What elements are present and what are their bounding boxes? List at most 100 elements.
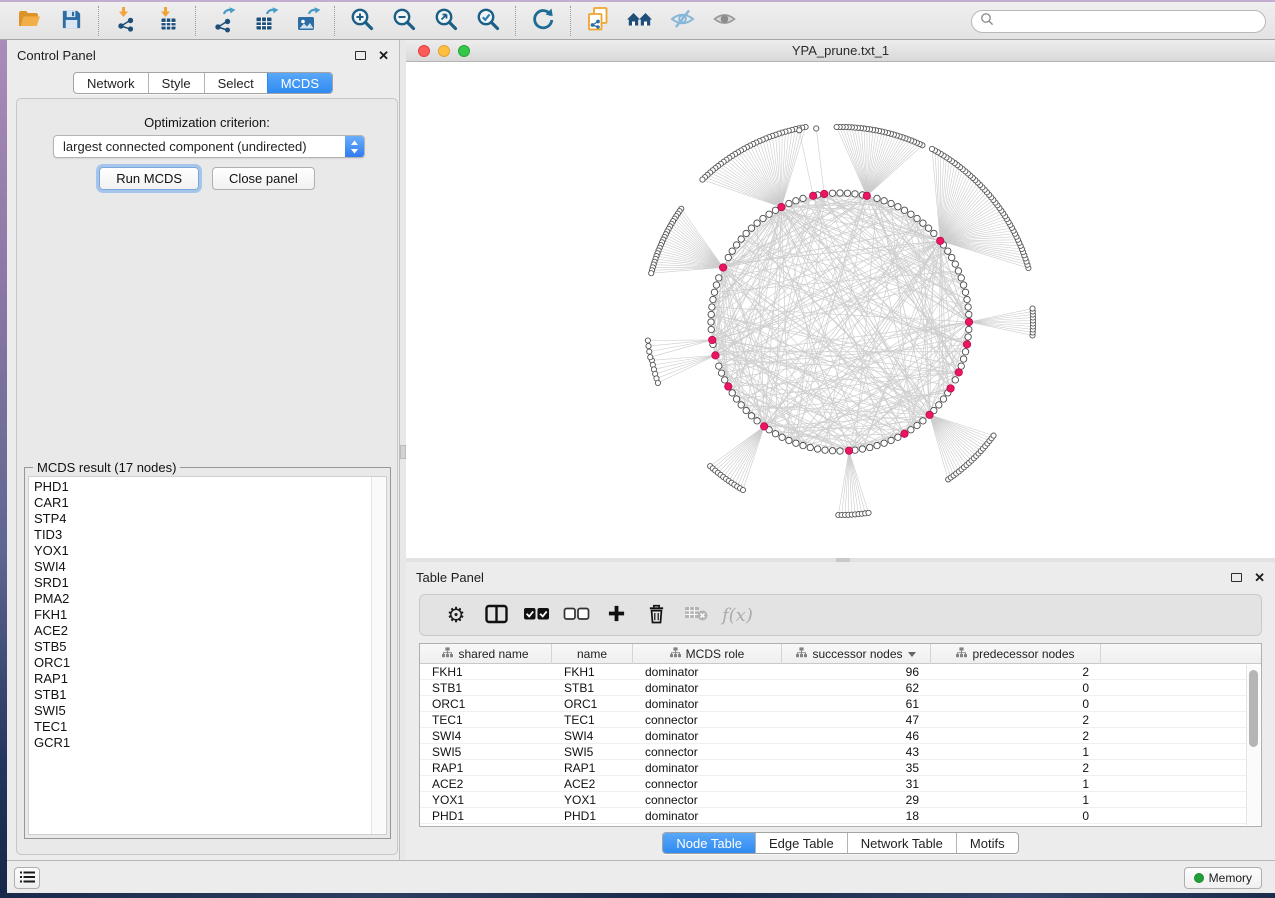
show-all-button[interactable] (707, 5, 741, 37)
table-cell[interactable]: 2 (931, 761, 1101, 775)
table-cell[interactable]: 0 (931, 697, 1101, 711)
table-cell[interactable]: YOX1 (552, 793, 633, 807)
table-cell[interactable]: 43 (782, 745, 931, 759)
memory-button[interactable]: Memory (1184, 867, 1262, 889)
search-field[interactable] (971, 10, 1266, 33)
mcds-result-item[interactable]: RAP1 (34, 671, 371, 687)
table-settings-button[interactable]: ⚙ (436, 598, 476, 632)
function-builder-button[interactable]: f(x) (716, 598, 759, 632)
mcds-result-item[interactable]: STP4 (34, 511, 371, 527)
mcds-result-item[interactable]: STB5 (34, 639, 371, 655)
mcds-result-list[interactable]: PHD1CAR1STP4TID3YOX1SWI4SRD1PMA2FKH1ACE2… (28, 476, 387, 835)
tab-mcds[interactable]: MCDS (267, 73, 332, 93)
table-cell[interactable]: RAP1 (552, 761, 633, 775)
table-cell[interactable]: 35 (782, 761, 931, 775)
table-cell[interactable]: 1 (931, 745, 1101, 759)
export-image-button[interactable] (290, 5, 324, 37)
export-network-button[interactable] (206, 5, 240, 37)
table-cell[interactable]: SWI4 (552, 729, 633, 743)
optimization-criterion-select[interactable]: largest connected component (undirected) (53, 135, 365, 158)
zoom-fit-button[interactable] (429, 5, 463, 37)
delete-table-button[interactable] (676, 598, 716, 632)
table-cell[interactable]: 0 (931, 681, 1101, 695)
export-table-button[interactable] (248, 5, 282, 37)
table-scrollbar[interactable] (1246, 665, 1260, 825)
table-cell[interactable]: 46 (782, 729, 931, 743)
table-cell[interactable]: dominator (633, 729, 782, 743)
node-table-row[interactable]: FKH1FKH1dominator962 (420, 664, 1261, 680)
column-header-successor-nodes[interactable]: successor nodes (782, 644, 931, 664)
mcds-result-item[interactable]: CAR1 (34, 495, 371, 511)
mcds-result-item[interactable]: TEC1 (34, 719, 371, 735)
zoom-in-button[interactable] (345, 5, 379, 37)
tab-select[interactable]: Select (204, 73, 267, 93)
table-cell[interactable]: SWI5 (420, 745, 552, 759)
first-neighbors-button[interactable] (623, 5, 657, 37)
table-cell[interactable]: 18 (782, 809, 931, 823)
network-canvas[interactable] (406, 62, 1275, 558)
table-cell[interactable]: 61 (782, 697, 931, 711)
node-table-row[interactable]: SWI4SWI4dominator462 (420, 728, 1261, 744)
show-panels-button[interactable] (14, 867, 40, 889)
deselect-all-button[interactable] (556, 598, 596, 632)
table-cell[interactable]: dominator (633, 681, 782, 695)
column-header-shared-name[interactable]: shared name (420, 644, 552, 664)
column-header-predecessor-nodes[interactable]: predecessor nodes (931, 644, 1101, 664)
mcds-result-item[interactable]: GCR1 (34, 735, 371, 751)
table-cell[interactable]: 2 (931, 713, 1101, 727)
table-cell[interactable]: ACE2 (420, 777, 552, 791)
table-cell[interactable]: SWI4 (420, 729, 552, 743)
duplicate-network-button[interactable] (581, 5, 615, 37)
table-cell[interactable]: dominator (633, 697, 782, 711)
scrollbar-thumb[interactable] (1249, 670, 1258, 747)
table-cell[interactable]: 96 (782, 665, 931, 679)
delete-column-button[interactable] (636, 598, 676, 632)
node-table-row[interactable]: STB1STB1dominator620 (420, 680, 1261, 696)
node-table-row[interactable]: RAP1RAP1dominator352 (420, 760, 1261, 776)
network-window-titlebar[interactable]: YPA_prune.txt_1 (406, 40, 1275, 62)
tab-network-table[interactable]: Network Table (847, 833, 956, 853)
apply-layout-button[interactable] (526, 5, 560, 37)
close-panel-icon[interactable]: ✕ (378, 49, 389, 62)
node-table-row[interactable]: PHD1PHD1dominator180 (420, 808, 1261, 824)
table-cell[interactable]: ORC1 (420, 697, 552, 711)
table-cell[interactable]: 2 (931, 665, 1101, 679)
mcds-result-item[interactable]: ACE2 (34, 623, 371, 639)
search-input[interactable] (1000, 13, 1257, 30)
table-cell[interactable]: connector (633, 777, 782, 791)
tab-edge-table[interactable]: Edge Table (755, 833, 847, 853)
table-cell[interactable]: 1 (931, 777, 1101, 791)
network-graph[interactable] (406, 62, 1275, 558)
zoom-selected-button[interactable] (471, 5, 505, 37)
import-network-button[interactable] (109, 5, 143, 37)
table-cell[interactable]: 2 (931, 729, 1101, 743)
table-cell[interactable]: 29 (782, 793, 931, 807)
mcds-result-item[interactable]: YOX1 (34, 543, 371, 559)
column-header-name[interactable]: name (552, 644, 633, 664)
table-cell[interactable]: connector (633, 793, 782, 807)
table-cell[interactable]: YOX1 (420, 793, 552, 807)
save-session-button[interactable] (54, 5, 88, 37)
tab-style[interactable]: Style (148, 73, 204, 93)
mcds-result-item[interactable]: SWI5 (34, 703, 371, 719)
table-cell[interactable]: ORC1 (552, 697, 633, 711)
table-cell[interactable]: PHD1 (420, 809, 552, 823)
add-column-button[interactable] (596, 598, 636, 632)
mcds-result-item[interactable]: SRD1 (34, 575, 371, 591)
table-cell[interactable]: TEC1 (420, 713, 552, 727)
tab-motifs[interactable]: Motifs (956, 833, 1018, 853)
table-cell[interactable]: dominator (633, 761, 782, 775)
mcds-result-item[interactable]: SWI4 (34, 559, 371, 575)
mcds-result-item[interactable]: PMA2 (34, 591, 371, 607)
table-cell[interactable]: connector (633, 713, 782, 727)
mcds-result-item[interactable]: FKH1 (34, 607, 371, 623)
node-table-row[interactable]: TEC1TEC1connector472 (420, 712, 1261, 728)
node-table-row[interactable]: ACE2ACE2connector311 (420, 776, 1261, 792)
node-table-row[interactable]: ORC1ORC1dominator610 (420, 696, 1261, 712)
table-cell[interactable]: dominator (633, 665, 782, 679)
table-cell[interactable]: 1 (931, 793, 1101, 807)
close-panel-icon[interactable]: ✕ (1254, 571, 1265, 584)
column-header-MCDS-role[interactable]: MCDS role (633, 644, 782, 664)
table-cell[interactable]: dominator (633, 809, 782, 823)
node-table-row[interactable]: SWI5SWI5connector431 (420, 744, 1261, 760)
